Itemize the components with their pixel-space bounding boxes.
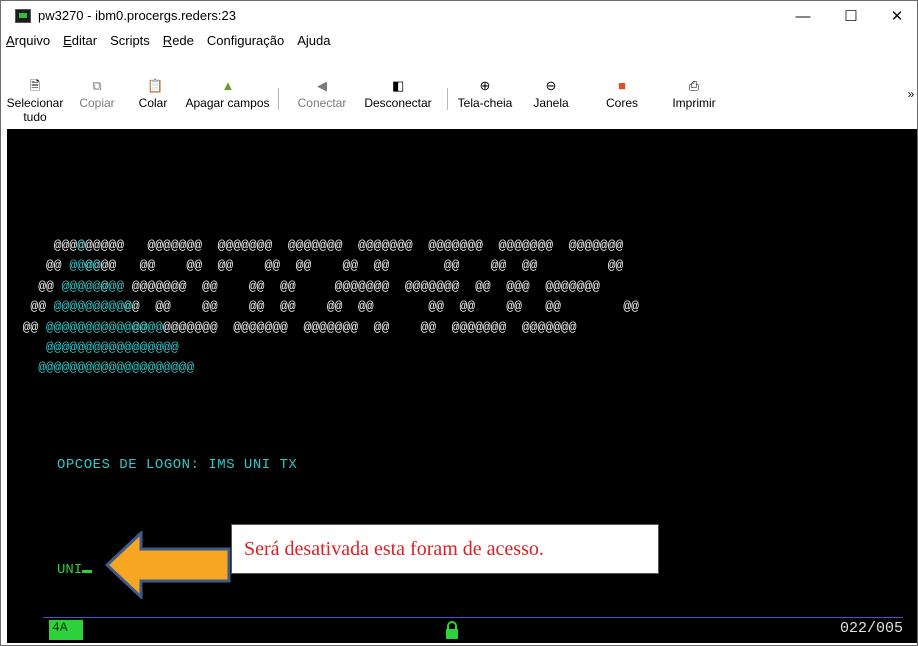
select-all-icon: 🗎 bbox=[29, 78, 41, 93]
terminal-app-icon bbox=[15, 9, 31, 23]
colors-button[interactable]: ■ Cores bbox=[602, 78, 642, 111]
connect-button[interactable]: ◀ Conectar bbox=[293, 78, 351, 111]
toolbar: 🗎 Selecionar tudo ⧉ Copiar 📋 Colar ▲ Apa… bbox=[1, 53, 917, 129]
title-bar[interactable]: pw3270 - ibm0.procergs.reders:23 — ☐ ✕ bbox=[1, 1, 917, 31]
paste-button[interactable]: 📋 Colar bbox=[133, 78, 173, 111]
app-window: pw3270 - ibm0.procergs.reders:23 — ☐ ✕ A… bbox=[0, 0, 918, 646]
toolbar-separator bbox=[278, 88, 279, 110]
ascii-art-teal: @ @@@@ @@@@@@@@ @@@@@@@@@@ @@@@@@@@@@@@@… bbox=[38, 238, 195, 376]
copy-icon: ⧉ bbox=[92, 78, 102, 93]
print-button[interactable]: ⎙ Imprimir bbox=[666, 78, 722, 111]
printer-icon: ⎙ bbox=[688, 78, 700, 93]
menu-editar[interactable]: Editar bbox=[58, 31, 97, 51]
toolbar-overflow-button[interactable]: » bbox=[905, 87, 917, 101]
menu-ajuda[interactable]: Ajuda bbox=[292, 31, 330, 51]
fullscreen-button[interactable]: ⊕ Tela-cheia bbox=[455, 78, 515, 111]
status-mode-indicator: 4A bbox=[49, 620, 83, 640]
menu-rede[interactable]: Rede bbox=[158, 31, 194, 51]
annotation-callout: Será desativada esta foram de acesso. bbox=[231, 524, 659, 574]
paste-icon: 📋 bbox=[147, 78, 164, 93]
select-all-button[interactable]: 🗎 Selecionar tudo bbox=[4, 78, 66, 125]
broom-icon: ▲ bbox=[221, 78, 235, 93]
window-button[interactable]: ⊖ Janela bbox=[528, 78, 574, 111]
menu-arquivo[interactable]: Arquivo bbox=[1, 31, 50, 51]
logon-options-text: OPCOES DE LOGON: IMS UNI TX bbox=[57, 457, 298, 473]
window-title: pw3270 - ibm0.procergs.reders:23 bbox=[38, 8, 236, 23]
toolbar-separator bbox=[447, 88, 448, 110]
minimize-button[interactable]: — bbox=[781, 1, 825, 31]
status-divider bbox=[43, 617, 903, 618]
text-cursor bbox=[82, 570, 93, 573]
disconnect-button[interactable]: ◧ Desconectar bbox=[356, 78, 440, 111]
left-arrow-icon bbox=[105, 531, 231, 599]
maximize-button[interactable]: ☐ bbox=[829, 1, 873, 31]
clear-fields-button[interactable]: ▲ Apagar campos bbox=[182, 78, 273, 111]
menu-scripts[interactable]: Scripts bbox=[105, 31, 150, 51]
copy-button[interactable]: ⧉ Copiar bbox=[72, 78, 122, 111]
lock-icon bbox=[446, 621, 458, 639]
command-input[interactable]: UNI bbox=[57, 562, 93, 578]
callout-text: Será desativada esta foram de acesso. bbox=[244, 537, 544, 560]
menu-bar: Arquivo Editar Scripts Rede Configuração… bbox=[1, 31, 917, 51]
command-input-value: UNI bbox=[57, 562, 83, 578]
cursor-position-indicator: 022/005 bbox=[839, 620, 903, 637]
disconnect-icon: ◧ bbox=[392, 78, 405, 93]
window-icon: ⊖ bbox=[545, 78, 557, 93]
terminal-screen[interactable]: @@@@@@@@@ @@@@@@@ @@@@@@@ @@@@@@@ @@@@@@… bbox=[7, 129, 917, 643]
close-button[interactable]: ✕ bbox=[875, 1, 918, 31]
fullscreen-icon: ⊕ bbox=[479, 78, 491, 93]
colors-icon: ■ bbox=[618, 78, 626, 93]
connect-icon: ◀ bbox=[317, 78, 327, 93]
menu-configuracao[interactable]: Configuração bbox=[202, 31, 284, 51]
